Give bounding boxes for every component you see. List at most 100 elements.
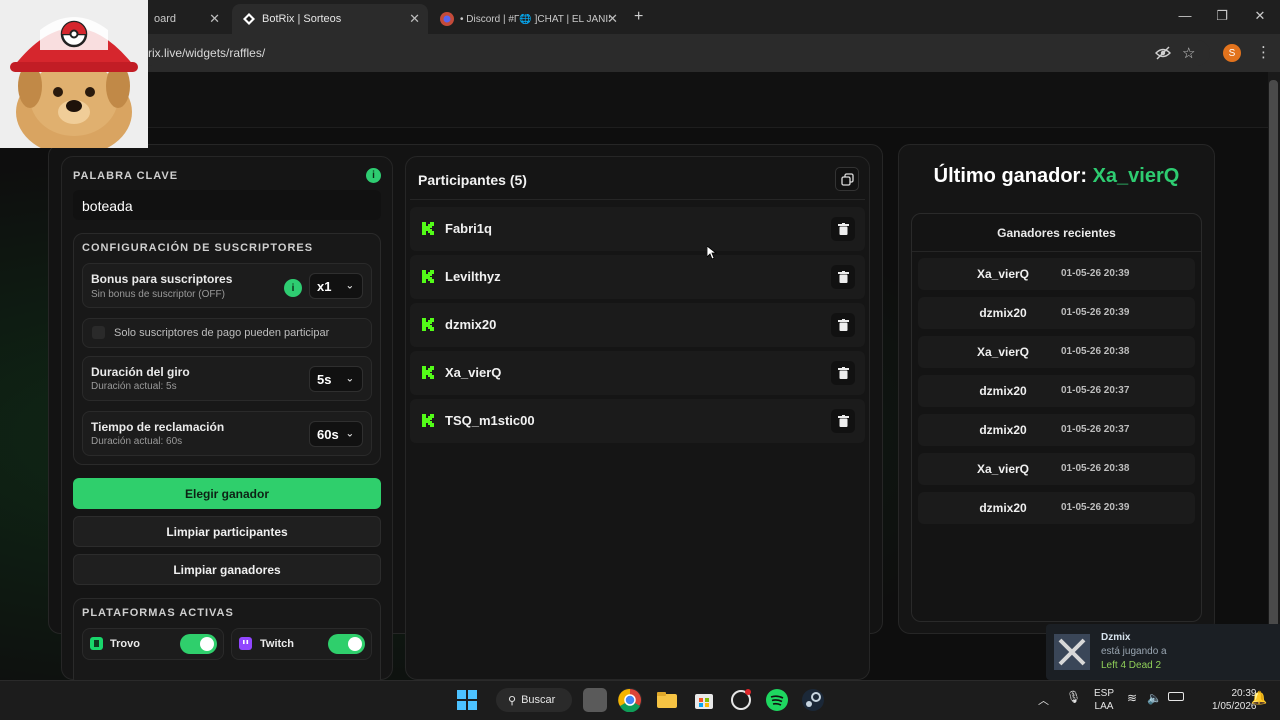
- clear-winners-button[interactable]: Limpiar ganadores: [73, 554, 381, 585]
- recent-winner-row: Xa_vierQ 01-05-26 20:38: [918, 336, 1195, 368]
- language-indicator[interactable]: ESP LAA: [1094, 687, 1114, 713]
- tab-label: BotRix | Sorteos: [262, 13, 342, 25]
- bonus-select[interactable]: x1 ⌄: [309, 273, 363, 299]
- steam-notification[interactable]: Dzmix está jugando a Left 4 Dead 2: [1046, 624, 1280, 680]
- maximize-button[interactable]: ❐: [1212, 8, 1232, 24]
- tab-botrix-sorteos[interactable]: BotRix | Sorteos ✕: [232, 4, 428, 34]
- spotify-icon[interactable]: [765, 688, 789, 712]
- tab-label: oard: [154, 13, 177, 25]
- pick-winner-button[interactable]: Elegir ganador: [73, 478, 381, 509]
- trovo-toggle[interactable]: [180, 634, 217, 654]
- close-tab-icon[interactable]: ✕: [409, 11, 420, 27]
- spin-duration-select[interactable]: 5s ⌄: [309, 366, 363, 392]
- search-icon: ⚲: [508, 694, 517, 707]
- keyword-label: PALABRA CLAVE: [73, 170, 179, 182]
- participant-name: dzmix20: [445, 317, 497, 332]
- store-icon[interactable]: [692, 688, 716, 712]
- kick-icon: [421, 317, 435, 332]
- recent-winner-row: dzmix20 01-05-26 20:39: [918, 297, 1195, 329]
- only-paid-label: Solo suscriptores de pago pueden partici…: [114, 327, 330, 339]
- winner-date: 01-05-26 20:37: [1061, 424, 1130, 435]
- file-explorer-icon[interactable]: [655, 688, 679, 712]
- trash-icon[interactable]: [831, 217, 855, 241]
- participant-row: Levilthyz: [410, 255, 865, 299]
- participant-row: TSQ_m1stic00: [410, 399, 865, 443]
- close-window-button[interactable]: ✕: [1250, 8, 1270, 24]
- profile-avatar[interactable]: S: [1223, 44, 1241, 62]
- tab-discord[interactable]: • Discord | #Γ🌐 ]CHAT | EL JANISI ✕: [430, 4, 626, 34]
- minimize-button[interactable]: —: [1175, 8, 1195, 23]
- star-icon[interactable]: ☆: [1182, 44, 1195, 62]
- platforms-label: PLATAFORMAS ACTIVAS: [82, 607, 234, 619]
- clock[interactable]: 20:39 1/05/2026: [1212, 687, 1257, 713]
- participant-name: TSQ_m1stic00: [445, 413, 535, 428]
- trash-icon[interactable]: [831, 409, 855, 433]
- kick-icon: [421, 221, 435, 236]
- bonus-info-icon[interactable]: i: [284, 279, 302, 297]
- clear-participants-button[interactable]: Limpiar participantes: [73, 516, 381, 547]
- kick-icon: [421, 365, 435, 380]
- taskbar-search[interactable]: ⚲ Buscar: [496, 688, 572, 712]
- clock-time: 20:39: [1231, 688, 1257, 699]
- trash-icon[interactable]: [831, 361, 855, 385]
- webcam-overlay-image: [0, 0, 148, 148]
- twitch-icon: [238, 636, 253, 656]
- last-winner-name: Xa_vierQ: [1092, 165, 1180, 187]
- subscriber-config-label: CONFIGURACIÓN DE SUSCRIPTORES: [82, 242, 314, 254]
- claim-time-subtitle: Duración actual: 60s: [91, 436, 183, 447]
- winner-date: 01-05-26 20:37: [1061, 385, 1130, 396]
- battery-icon[interactable]: [1168, 692, 1184, 701]
- claim-time-title: Tiempo de reclamación: [91, 420, 225, 434]
- only-paid-checkbox[interactable]: [92, 326, 105, 339]
- kick-icon: [421, 269, 435, 284]
- bonus-title: Bonus para suscriptores: [91, 272, 233, 286]
- winner-date: 01-05-26 20:39: [1061, 307, 1130, 318]
- chevron-down-icon: ⌄: [345, 428, 354, 440]
- notification-bell-icon[interactable]: 🔔: [1251, 690, 1267, 706]
- claim-time-value: 60s: [317, 426, 339, 442]
- info-icon[interactable]: i: [366, 168, 381, 183]
- chrome-icon[interactable]: [618, 688, 642, 713]
- windows-start-icon[interactable]: [457, 690, 477, 715]
- trash-icon[interactable]: [831, 265, 855, 289]
- recent-winner-row: Xa_vierQ 01-05-26 20:39: [918, 258, 1195, 290]
- winner-date: 01-05-26 20:38: [1061, 346, 1130, 357]
- divider: [410, 199, 865, 200]
- task-view-icon[interactable]: [583, 688, 607, 712]
- divider: [912, 251, 1201, 252]
- spin-duration-value: 5s: [317, 371, 332, 387]
- wifi-icon[interactable]: ≋: [1127, 691, 1137, 705]
- new-tab-button[interactable]: +: [634, 8, 643, 26]
- twitch-toggle[interactable]: [328, 634, 365, 654]
- scrollbar-thumb[interactable]: [1269, 80, 1278, 680]
- microphone-icon[interactable]: 🎙: [1066, 690, 1081, 704]
- recent-winners-title: Ganadores recientes: [997, 226, 1116, 240]
- claim-time-select[interactable]: 60s ⌄: [309, 421, 363, 447]
- address-bar[interactable]: rix.live/widgets/raffles/: [140, 40, 1210, 66]
- language-layout: LAA: [1094, 701, 1114, 712]
- search-label: Buscar: [521, 694, 556, 706]
- eye-off-icon[interactable]: [1155, 45, 1171, 66]
- steam-icon[interactable]: [801, 688, 825, 712]
- close-tab-icon[interactable]: ✕: [209, 11, 220, 27]
- tray-chevron-icon[interactable]: ︿: [1038, 692, 1049, 708]
- discord-favicon-icon: [440, 12, 454, 26]
- recent-winner-row: dzmix20 01-05-26 20:37: [918, 375, 1195, 407]
- overwolf-icon[interactable]: [729, 688, 753, 712]
- last-winner-label: Último ganador:: [933, 165, 1088, 187]
- recent-winner-row: Xa_vierQ 01-05-26 20:38: [918, 453, 1195, 485]
- copy-icon[interactable]: [835, 167, 859, 191]
- trovo-icon: [89, 636, 104, 656]
- trash-icon[interactable]: [831, 313, 855, 337]
- winner-date: 01-05-26 20:39: [1061, 502, 1130, 513]
- volume-icon[interactable]: 🔈: [1147, 691, 1162, 705]
- bonus-subtitle: Sin bonus de suscriptor (OFF): [91, 289, 225, 300]
- tab-dashboard[interactable]: oard ✕: [140, 4, 228, 34]
- close-tab-icon[interactable]: ✕: [607, 11, 618, 27]
- keyword-input[interactable]: boteada: [73, 190, 381, 220]
- platform-name: Trovo: [110, 638, 140, 650]
- chevron-down-icon: ⌄: [345, 280, 354, 292]
- spin-duration-subtitle: Duración actual: 5s: [91, 381, 177, 392]
- menu-dots-icon[interactable]: ⋮: [1256, 43, 1271, 61]
- participants-title: Participantes (5): [418, 172, 527, 188]
